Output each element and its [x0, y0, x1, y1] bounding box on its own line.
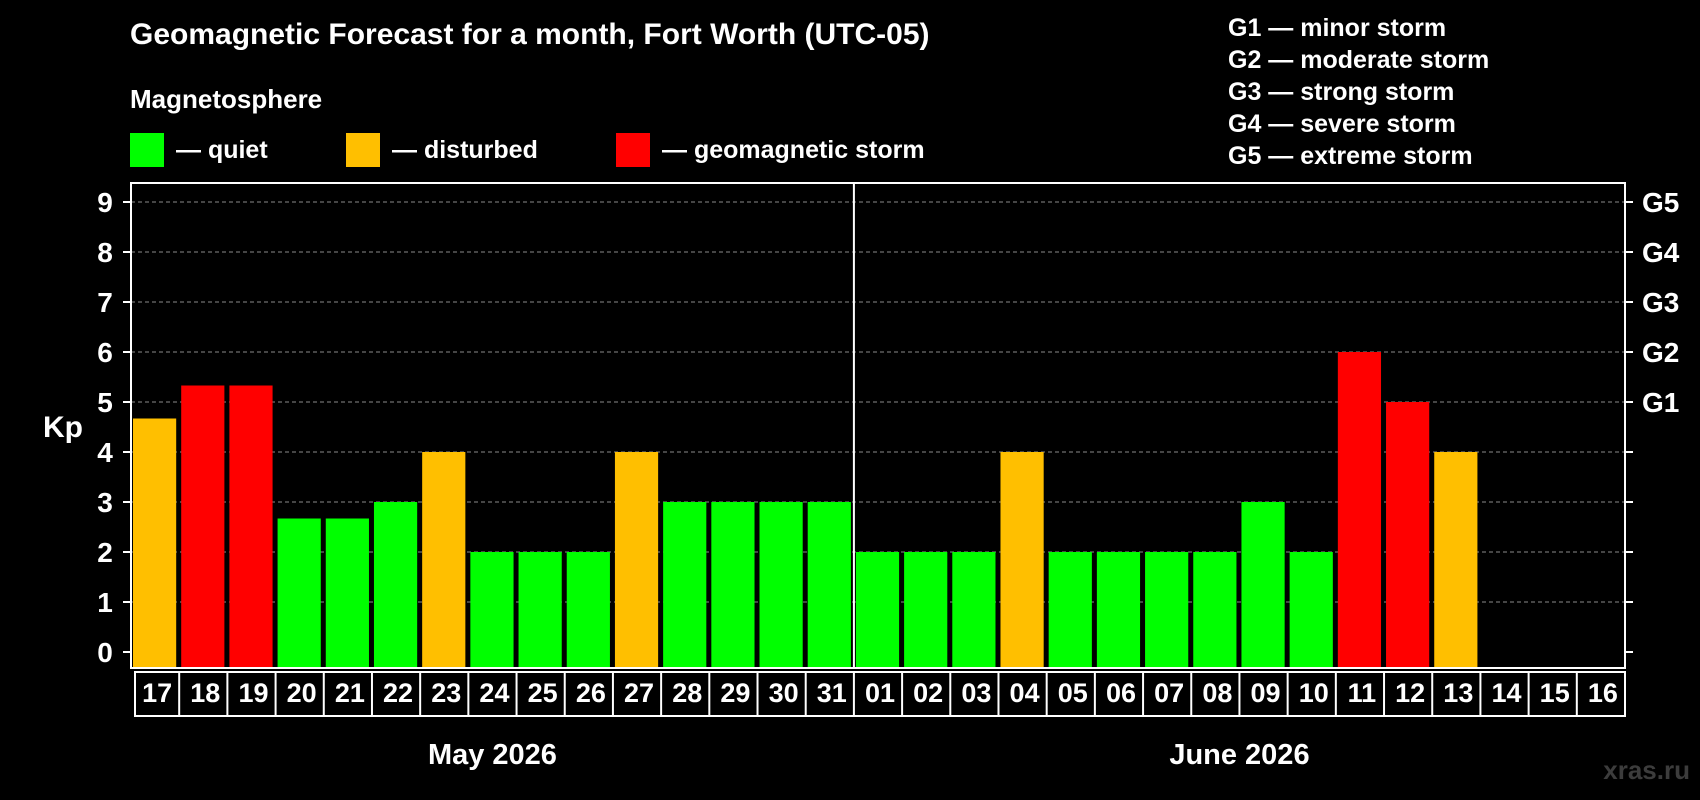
x-tick-label: 29	[720, 678, 750, 708]
bar	[373, 502, 418, 668]
y-tick-label: 1	[97, 587, 113, 618]
y-tick-label: 5	[97, 387, 113, 418]
x-tick-label: 18	[190, 678, 220, 708]
bar	[133, 418, 177, 668]
bar	[614, 452, 659, 668]
month-label: June 2026	[1169, 739, 1309, 771]
x-tick-label: 25	[528, 678, 558, 708]
x-tick-label: 17	[142, 678, 172, 708]
bar	[663, 502, 707, 668]
x-tick-label: 22	[383, 678, 413, 708]
bar	[1096, 552, 1141, 668]
x-tick-label: 11	[1348, 678, 1377, 708]
y-tick-label: 6	[97, 337, 113, 368]
x-tick-label: 26	[576, 678, 606, 708]
x-tick-label: 30	[769, 678, 799, 708]
x-tick-label: 09	[1251, 678, 1281, 708]
y-axis-label: Kp	[43, 411, 83, 444]
x-tick-label: 08	[1202, 678, 1232, 708]
bar	[1241, 502, 1285, 668]
x-tick-label: 27	[624, 678, 654, 708]
month-label: May 2026	[428, 739, 557, 771]
bar	[518, 552, 562, 668]
x-tick-label: 19	[238, 678, 268, 708]
bar	[422, 452, 466, 668]
x-tick-label: 13	[1443, 678, 1473, 708]
bar	[1048, 552, 1092, 668]
y-tick-label: 4	[97, 437, 113, 468]
x-tick-label: 21	[335, 678, 365, 708]
x-tick-label: 24	[479, 678, 509, 708]
x-tick-label: 05	[1058, 678, 1088, 708]
bar	[325, 518, 369, 668]
bar	[855, 552, 900, 668]
y-tick-label: 9	[97, 187, 113, 218]
x-tick-label: 02	[913, 678, 943, 708]
bar	[566, 552, 610, 668]
bar	[711, 502, 755, 668]
kp-bar-chart: 0123456789G1G2G3G4G5Kp17 18 19 20 21 22 23 24 25…	[43, 182, 1680, 771]
x-tick-label: 16	[1588, 678, 1618, 708]
x-tick-label: 07	[1154, 678, 1184, 708]
x-tick-label: 23	[431, 678, 461, 708]
x-tick-label: 28	[672, 678, 702, 708]
x-tick-label: 06	[1106, 678, 1136, 708]
x-tick-label: 01	[865, 678, 895, 708]
x-tick-label: 10	[1299, 678, 1329, 708]
bar	[759, 502, 803, 668]
bar	[1000, 452, 1044, 668]
bar	[904, 552, 948, 668]
x-tick-label: 14	[1491, 678, 1521, 708]
bar	[277, 518, 321, 668]
x-tick-label: 31	[817, 678, 847, 708]
x-tick-label: 20	[287, 678, 317, 708]
bar	[807, 502, 851, 668]
bar	[181, 385, 225, 668]
bar	[1289, 552, 1333, 668]
y-tick-label: 2	[97, 537, 113, 568]
g-scale-label: G5	[1642, 187, 1679, 218]
x-tick-label: 12	[1395, 678, 1425, 708]
watermark: xras.ru	[1603, 755, 1690, 785]
x-tick-label: 03	[961, 678, 991, 708]
y-tick-label: 7	[97, 287, 113, 318]
g-scale-label: G3	[1642, 287, 1679, 318]
g-scale-label: G4	[1642, 237, 1680, 268]
y-tick-label: 0	[97, 637, 113, 668]
x-tick-label: 04	[1010, 678, 1040, 708]
bar	[1434, 452, 1478, 668]
bar	[1337, 352, 1382, 668]
g-scale-label: G2	[1642, 337, 1679, 368]
bar	[470, 552, 514, 668]
x-tick-label: 15	[1540, 678, 1570, 708]
bar	[1145, 552, 1189, 668]
bar	[1386, 402, 1430, 668]
y-tick-label: 8	[97, 237, 113, 268]
g-scale-label: G1	[1642, 387, 1679, 418]
y-tick-label: 3	[97, 487, 113, 518]
bar	[229, 385, 273, 668]
bar	[1193, 552, 1237, 668]
bar	[952, 552, 996, 668]
